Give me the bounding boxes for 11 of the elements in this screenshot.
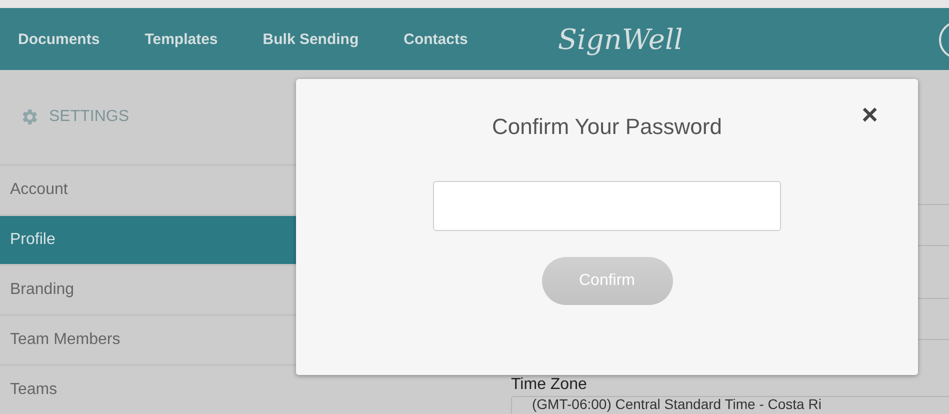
settings-heading: SETTINGS [49, 108, 130, 126]
field-label: Time Zone [511, 376, 588, 394]
nav-link[interactable]: Contacts [404, 30, 468, 48]
dialog-title: Confirm Your Password [492, 114, 722, 140]
nav-link[interactable]: Bulk Sending [262, 30, 359, 48]
nav-link[interactable]: Templates [144, 30, 218, 48]
nav-link[interactable]: Documents [18, 30, 100, 48]
logo: SignWell [558, 22, 683, 56]
time-zone-select[interactable]: (GMT-06:00) Central Standard Time - Costa Ri [511, 396, 949, 414]
close-button[interactable]: × [862, 101, 878, 129]
password-field[interactable] [433, 181, 781, 231]
